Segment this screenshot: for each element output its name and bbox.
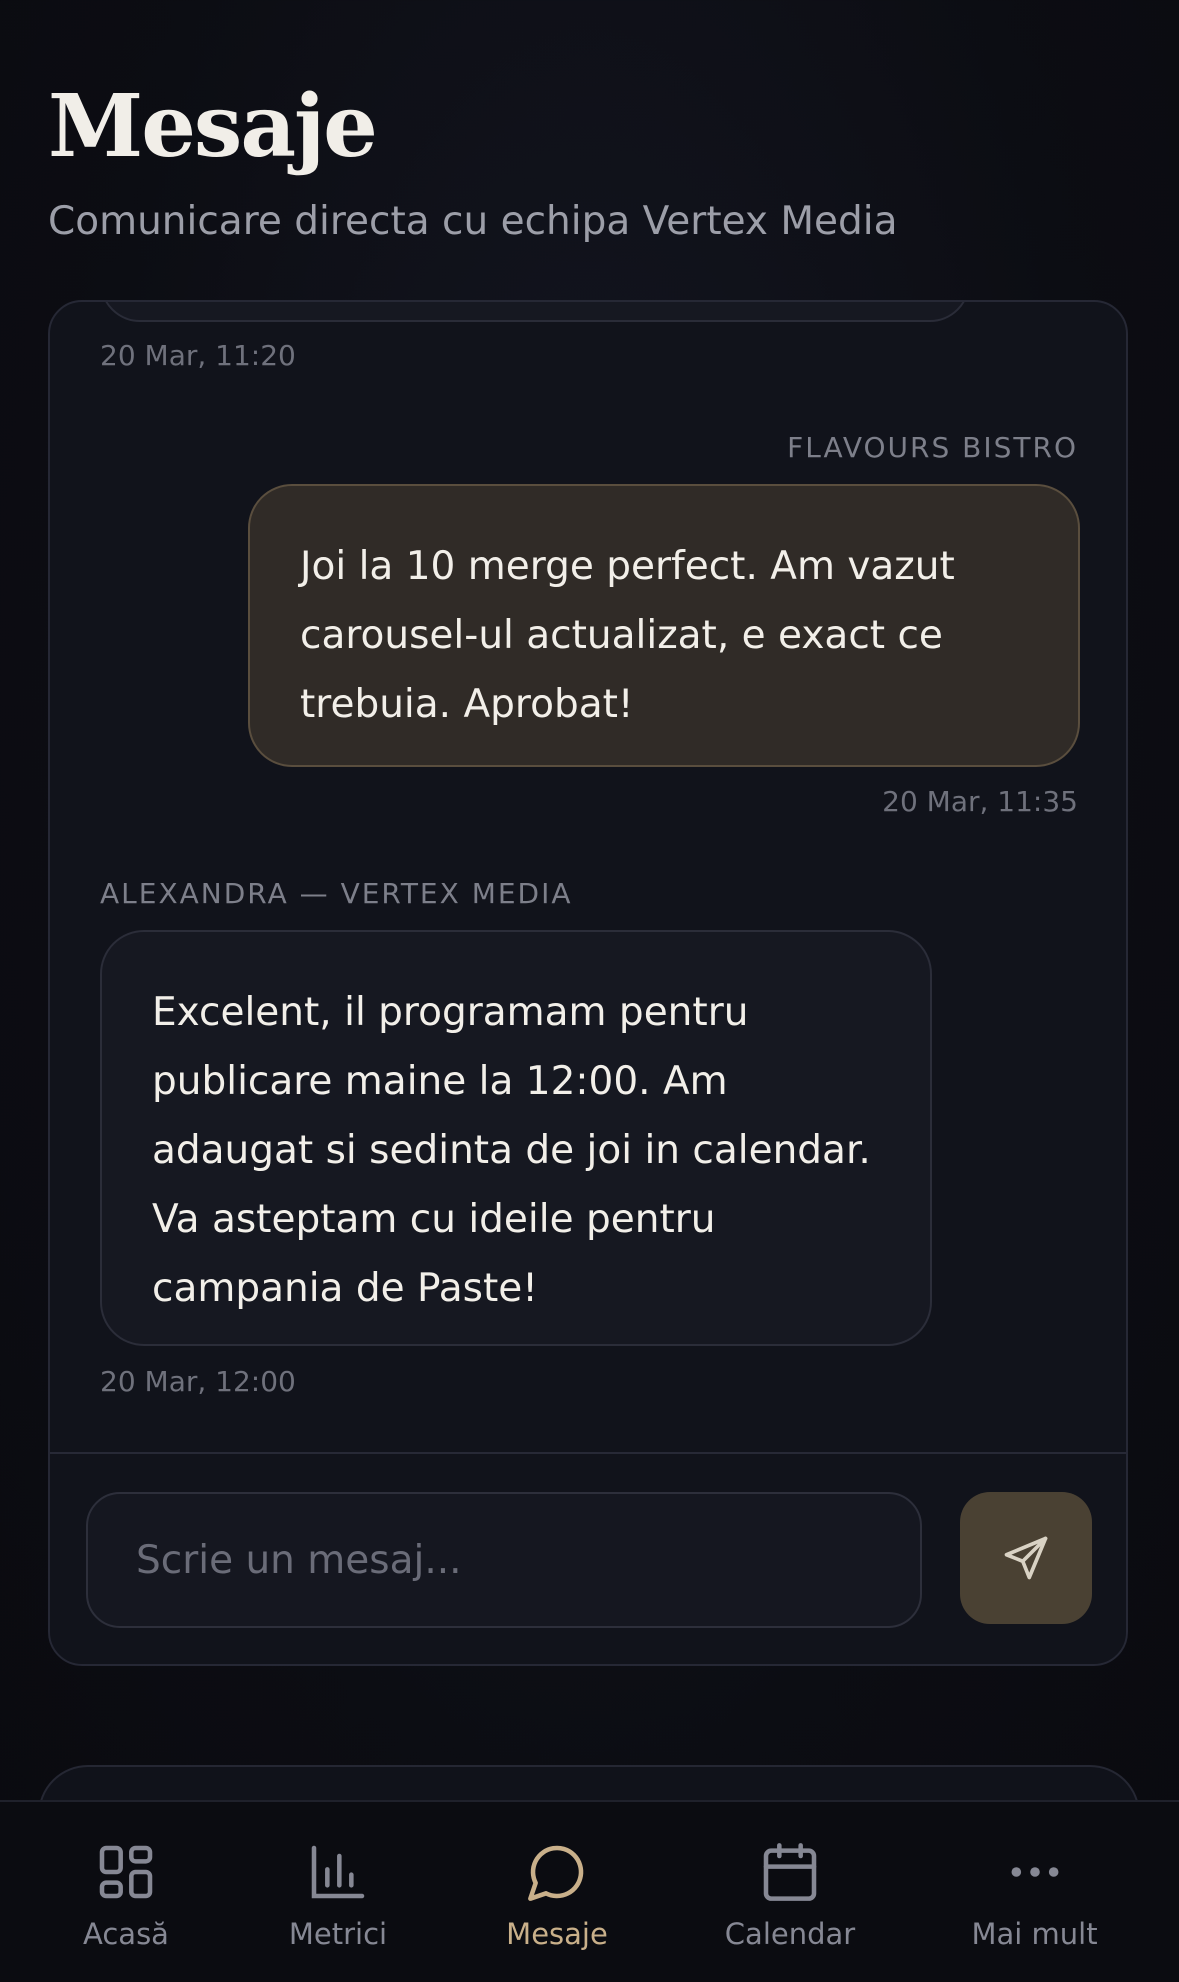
page-subtitle: Comunicare directa cu echipa Vertex Medi… [48,199,898,244]
nav-label: Mesaje [506,1917,608,1951]
message-timestamp: 20 Mar, 12:00 [100,1365,296,1398]
grid-icon [99,1845,153,1899]
nav-label: Metrici [288,1917,388,1951]
send-button[interactable] [960,1492,1092,1624]
message-bubble-outgoing: Joi la 10 merge perfect. Am vazut carous… [248,484,1080,767]
nav-label: Acasă [83,1917,169,1951]
message-sender: ALEXANDRA — VERTEX MEDIA [100,877,573,910]
chat-bubble-icon [528,1845,584,1901]
message-bubble-incoming [100,302,970,322]
message-input[interactable] [86,1492,922,1628]
send-icon [1004,1536,1048,1580]
bottom-nav: Acasă Metrici Mesaje Calendar Mai mult [0,1800,1179,1982]
message-sender: FLAVOURS BISTRO [787,431,1078,464]
nav-item-mesaje[interactable]: Mesaje [424,1802,690,1982]
nav-label: Mai mult [971,1917,1098,1951]
nav-item-mai-mult[interactable]: Mai mult [890,1802,1179,1982]
chat-card: 20 Mar, 11:20 FLAVOURS BISTRO Joi la 10 … [48,300,1128,1666]
message-bubble-incoming: Excelent, il programam pentru publicare … [100,930,932,1346]
nav-label: Calendar [724,1917,856,1951]
message-timestamp: 20 Mar, 11:35 [882,785,1078,818]
nav-item-calendar[interactable]: Calendar [690,1802,890,1982]
nav-item-metrici[interactable]: Metrici [252,1802,424,1982]
message-timestamp: 20 Mar, 11:20 [100,339,296,372]
nav-item-acasa[interactable]: Acasă [0,1802,252,1982]
bar-chart-icon [311,1845,365,1899]
more-icon [1011,1867,1058,1877]
page-title: Mesaje [48,76,378,177]
message-composer [50,1452,1126,1664]
calendar-icon [763,1843,817,1901]
